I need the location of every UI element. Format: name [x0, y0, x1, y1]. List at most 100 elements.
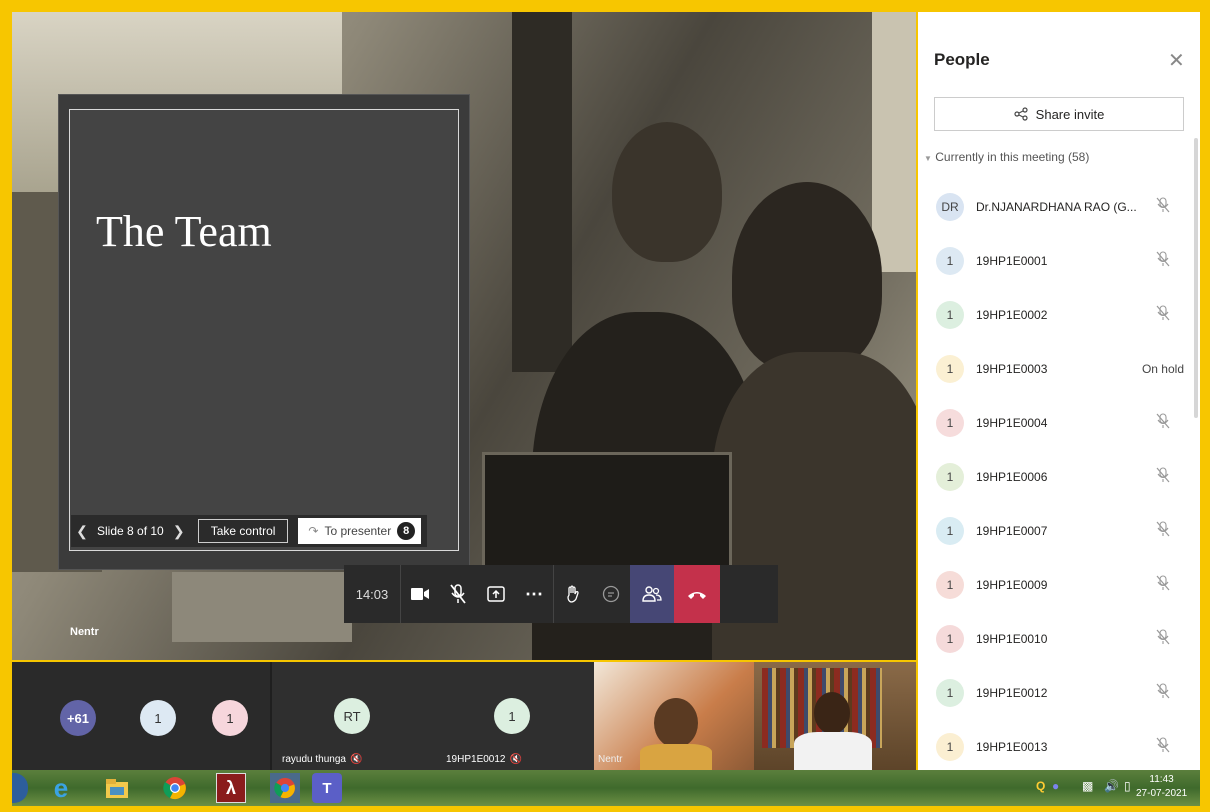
overflow-count: +61 — [60, 700, 96, 736]
participant-row[interactable]: 1 19HP1E0012 — [918, 666, 1188, 720]
chat-icon[interactable] — [592, 565, 630, 623]
next-slide-icon[interactable]: ❯ — [168, 523, 190, 540]
muted-mic-icon[interactable] — [1156, 250, 1170, 272]
presenter-badge: 8 — [397, 522, 416, 540]
participant-avatar: 1 — [494, 698, 530, 734]
participant-avatar: 1 — [936, 463, 964, 491]
participant-name-row: rayudu thunga 🔇 — [282, 754, 362, 765]
share-screen-icon[interactable] — [477, 565, 515, 623]
chrome-profile-icon[interactable] — [270, 773, 300, 803]
previous-slide-icon[interactable]: ❮ — [71, 523, 93, 540]
muted-mic-icon[interactable] — [1156, 628, 1170, 650]
muted-mic-icon[interactable] — [1156, 412, 1170, 434]
more-options-icon[interactable]: ⋯ — [515, 565, 553, 623]
people-panel: People ✕ Share invite ▼ Currently in thi… — [918, 12, 1200, 770]
participant-avatar: 1 — [936, 247, 964, 275]
muted-mic-icon[interactable] — [1156, 520, 1170, 542]
participant-tile-rt[interactable]: RT rayudu thunga 🔇 — [272, 662, 432, 770]
participant-name: 19HP1E0006 — [976, 470, 1048, 484]
chrome-icon[interactable] — [160, 773, 190, 803]
acrobat-icon[interactable]: λ — [216, 773, 246, 803]
participant-name: 19HP1E0002 — [976, 308, 1048, 322]
participant-avatar: 1 — [936, 409, 964, 437]
participant-name: 19HP1E0009 — [976, 578, 1048, 592]
participant-name: 19HP1E0010 — [976, 632, 1048, 646]
participant-name: 19HP1E0003 — [976, 362, 1048, 376]
participant-name-row: 19HP1E0012 🔇 — [446, 754, 522, 765]
participant-avatar: 1 — [936, 571, 964, 599]
volume-icon[interactable]: 🔊 — [1104, 779, 1119, 793]
people-scrollbar[interactable] — [1194, 138, 1198, 418]
participant-status: On hold — [1141, 362, 1184, 376]
network-icon[interactable]: ▩ — [1082, 779, 1093, 793]
to-presenter-button[interactable]: ↷ To presenter 8 — [298, 518, 422, 544]
call-timer: 14:03 — [355, 586, 389, 602]
camera-icon[interactable] — [401, 565, 439, 623]
participant-name: 19HP1E0012 — [446, 754, 506, 765]
raise-hand-icon[interactable] — [554, 565, 592, 623]
participant-name: Dr.NJANARDHANA RAO (G... — [976, 200, 1137, 214]
participant-row[interactable]: 1 19HP1E0004 — [918, 396, 1188, 450]
muted-mic-icon[interactable] — [1156, 574, 1170, 596]
participant-avatar: 1 — [936, 733, 964, 761]
participant-row[interactable]: 1 19HP1E0010 — [918, 612, 1188, 666]
participant-avatar: 1 — [140, 700, 176, 736]
muted-mic-icon[interactable] — [1156, 196, 1170, 218]
share-invite-button[interactable]: Share invite — [934, 97, 1184, 131]
participant-tile-0012[interactable]: 1 19HP1E0012 🔇 — [432, 662, 594, 770]
participant-row[interactable]: 1 19HP1E0013 — [918, 720, 1188, 770]
participant-row[interactable]: 1 19HP1E0009 — [918, 558, 1188, 612]
participant-name: 19HP1E0007 — [976, 524, 1048, 538]
internet-explorer-icon[interactable]: e — [46, 773, 76, 803]
meeting-section-header[interactable]: ▼ Currently in this meeting (58) — [924, 150, 1089, 164]
participant-row[interactable]: 1 19HP1E0006 — [918, 450, 1188, 504]
participant-row[interactable]: 1 19HP1E0002 — [918, 288, 1188, 342]
presenter-name: Nentr — [70, 626, 99, 638]
participant-row[interactable]: DR Dr.NJANARDHANA RAO (G... — [918, 180, 1188, 234]
slide-controls: ❮ Slide 8 of 10 ❯ Take control ↷ To pres… — [71, 515, 427, 547]
participant-name: 19HP1E0004 — [976, 416, 1048, 430]
participant-avatar: 1 — [936, 679, 964, 707]
participant-list: DR Dr.NJANARDHANA RAO (G... 1 19HP1E0001 1 19… — [918, 180, 1188, 770]
participant-name: rayudu thunga — [282, 754, 346, 765]
mute-mic-icon[interactable] — [439, 565, 477, 623]
participant-row[interactable]: 1 19HP1E0001 — [918, 234, 1188, 288]
participants-icon[interactable] — [630, 565, 674, 623]
call-toolbar: 14:03 ⋯ — [344, 565, 778, 623]
video-tile-nentr[interactable]: Nentr — [594, 662, 754, 770]
participant-row[interactable]: 1 19HP1E0003 On hold — [918, 342, 1188, 396]
hang-up-icon[interactable] — [674, 565, 720, 623]
close-icon[interactable]: ✕ — [1168, 48, 1185, 73]
slide-title: The Team — [96, 207, 272, 256]
windows-taskbar: e λ T Q ● ▩ 🔊 ▯ 11:43 27-07-2021 — [12, 770, 1200, 806]
app-frame: Nentr The Team ❮ Slide 8 of 10 ❯ Take co… — [0, 0, 1210, 812]
participant-avatar: 1 — [936, 517, 964, 545]
clock-date: 27-07-2021 — [1136, 788, 1188, 799]
participant-avatar: DR — [936, 193, 964, 221]
file-explorer-icon[interactable] — [102, 773, 132, 803]
teams-tray-icon[interactable]: ● — [1052, 779, 1059, 793]
take-control-button[interactable]: Take control — [197, 519, 289, 543]
muted-mic-icon[interactable] — [1156, 304, 1170, 326]
clock-time: 11:43 — [1149, 774, 1174, 785]
participant-row[interactable]: 1 19HP1E0007 — [918, 504, 1188, 558]
muted-mic-icon[interactable] — [1156, 682, 1170, 704]
video-tile-room[interactable] — [754, 662, 916, 770]
teams-icon[interactable]: T — [312, 773, 342, 803]
collapse-icon: ▼ — [924, 154, 932, 163]
muted-mic-icon: 🔇 — [349, 754, 363, 765]
share-icon — [1014, 107, 1028, 121]
system-clock[interactable]: 11:43 27-07-2021 — [1136, 773, 1187, 801]
slide-counter: Slide 8 of 10 — [97, 524, 164, 538]
quicktime-icon[interactable]: Q — [1036, 779, 1045, 793]
to-presenter-label: To presenter — [324, 524, 392, 538]
muted-mic-icon[interactable] — [1156, 736, 1170, 758]
participant-avatar: 1 — [936, 625, 964, 653]
overflow-tile[interactable]: +61 1 1 — [12, 662, 270, 770]
battery-icon[interactable]: ▯ — [1124, 779, 1131, 793]
participant-strip: +61 1 1 RT rayudu thunga 🔇 1 19HP1E0012 … — [12, 662, 916, 770]
video-participant-name: Nentr — [598, 754, 623, 765]
start-icon[interactable] — [12, 773, 28, 803]
muted-mic-icon[interactable] — [1156, 466, 1170, 488]
meeting-count-label: Currently in this meeting (58) — [935, 150, 1090, 164]
